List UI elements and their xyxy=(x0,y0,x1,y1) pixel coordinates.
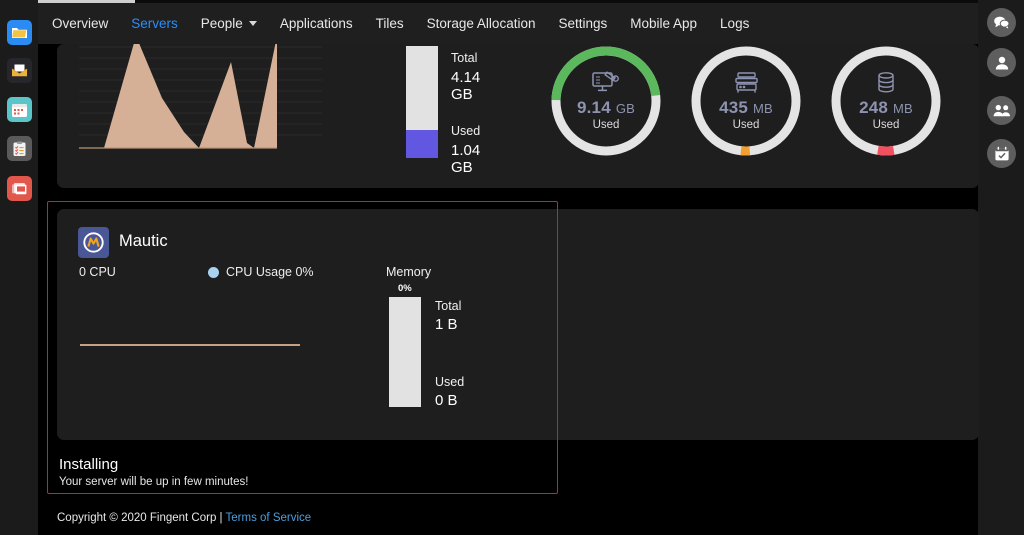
memory-used-label: Used xyxy=(451,124,481,138)
cards-icon[interactable] xyxy=(7,176,32,201)
memory-bar-track xyxy=(406,46,438,158)
installing-status-subtitle: Your server will be up in few minutes! xyxy=(59,476,249,488)
gauge-disk-center: 9.14 GB Used xyxy=(548,44,664,159)
gauge-ram-value: 435 MB xyxy=(719,98,773,117)
nav-tab-tiles[interactable]: Tiles xyxy=(376,16,404,31)
gauge-ram: 435 MB Used xyxy=(688,44,804,159)
clipboard-icon[interactable] xyxy=(7,136,32,161)
mautic-cpu-legend: CPU Usage 0% xyxy=(208,265,314,279)
legend-dot-icon xyxy=(208,266,219,278)
chat-icon[interactable] xyxy=(987,8,1016,37)
nav-tab-label: Servers xyxy=(131,16,178,31)
nav-tab-label: Mobile App xyxy=(630,16,698,31)
cpu-area-chart xyxy=(79,44,322,156)
mautic-server-panel xyxy=(57,209,979,440)
calendar-check-icon[interactable] xyxy=(987,139,1016,168)
memory-used-value: 1.04 GB xyxy=(451,142,481,176)
people-icon[interactable] xyxy=(987,96,1016,125)
memory-total-value: 4.14 GB xyxy=(451,69,481,103)
mautic-card-title: Mautic xyxy=(119,232,168,250)
mautic-memory-used-value: 0 B xyxy=(435,392,458,409)
gauge-disk-sub: Used xyxy=(592,119,620,131)
gauge-database-sub: Used xyxy=(872,119,900,131)
nav-tab-label: Applications xyxy=(279,16,353,31)
nav-tab-applications[interactable]: Applications xyxy=(280,16,353,31)
server-icon xyxy=(733,71,760,95)
mautic-memory-used-label: Used xyxy=(435,375,465,389)
nav-tab-label: People xyxy=(200,16,243,31)
mautic-cpu-line-chart xyxy=(80,344,300,346)
nav-tab-overview[interactable]: Overview xyxy=(52,16,108,31)
mautic-memory-title: Memory xyxy=(386,265,432,279)
gauge-disk-value: 9.14 GB xyxy=(576,98,635,117)
person-icon[interactable] xyxy=(987,48,1016,77)
gauge-database-center: 248 MB Used xyxy=(828,44,944,159)
main-navbar: Overview Servers People Applications Til… xyxy=(38,3,978,44)
database-icon xyxy=(874,71,898,95)
nav-tab-settings[interactable]: Settings xyxy=(558,16,607,31)
gauge-database-value: 248 MB xyxy=(859,98,913,117)
mautic-memory-total-label: Total xyxy=(435,299,462,313)
content-area: Total 4.14 GB Used 1.04 GB 9.14 GB Used xyxy=(38,44,979,535)
mautic-cpu-legend-label: CPU Usage 0% xyxy=(226,265,314,279)
nav-tab-label: Settings xyxy=(558,16,608,31)
footer: Copyright © 2020 Fingent Corp | Terms of… xyxy=(57,512,311,524)
memory-bar-fill xyxy=(406,130,438,158)
nav-tab-label: Tiles xyxy=(375,16,404,31)
nav-tab-storage-allocation[interactable]: Storage Allocation xyxy=(427,16,536,31)
footer-copyright: Copyright © 2020 Fingent Corp | xyxy=(57,512,223,524)
terms-of-service-link[interactable]: Terms of Service xyxy=(226,512,312,524)
gauge-disk: 9.14 GB Used xyxy=(548,44,664,159)
nav-tab-people[interactable]: People xyxy=(201,16,257,31)
mautic-cpu-count: 0 CPU xyxy=(79,265,116,279)
mautic-logo-icon xyxy=(78,227,109,258)
memory-total-label: Total xyxy=(451,51,478,65)
nav-tab-label: Overview xyxy=(52,16,109,31)
gauge-ram-center: 435 MB Used xyxy=(688,44,804,159)
gauge-database: 248 MB Used xyxy=(828,44,944,159)
disk-monitor-icon xyxy=(591,71,621,95)
mautic-memory-bar-track xyxy=(389,297,421,407)
mautic-memory-total-value: 1 B xyxy=(435,316,458,333)
chevron-down-icon xyxy=(248,21,257,26)
nav-tab-mobile-app[interactable]: Mobile App xyxy=(630,16,697,31)
right-utility-rail xyxy=(978,0,1024,535)
gauge-ram-sub: Used xyxy=(732,119,760,131)
nav-tab-label: Logs xyxy=(720,16,750,31)
left-app-rail xyxy=(0,0,38,535)
nav-tab-servers[interactable]: Servers xyxy=(131,16,178,31)
app-root: Overview Servers People Applications Til… xyxy=(0,0,1024,535)
server-summary-panel: Total 4.14 GB Used 1.04 GB 9.14 GB Used xyxy=(57,44,979,188)
mail-icon[interactable] xyxy=(7,58,32,83)
mautic-memory-percent: 0% xyxy=(398,283,412,294)
nav-tab-label: Storage Allocation xyxy=(426,16,536,31)
folder-icon[interactable] xyxy=(7,20,32,45)
installing-status-title: Installing xyxy=(59,456,119,473)
nav-tab-logs[interactable]: Logs xyxy=(720,16,749,31)
calendar-icon[interactable] xyxy=(7,97,32,122)
